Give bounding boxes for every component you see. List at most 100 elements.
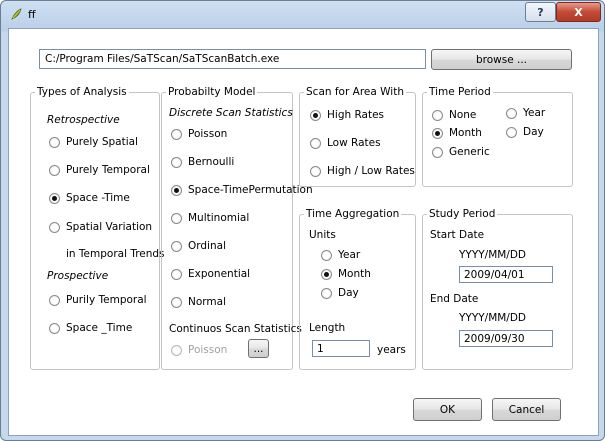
radio-label: Poisson: [188, 344, 228, 356]
radio-label: Space -Time: [66, 192, 130, 204]
radio-label: Space _Time: [66, 322, 133, 334]
radio-period-none[interactable]: None: [432, 109, 476, 121]
radio-label: Month: [449, 127, 482, 139]
radio-purily-temporal[interactable]: Purily Temporal: [49, 294, 147, 306]
time-period-title: Time Period: [427, 86, 493, 99]
radio-label: Spatial Variation: [66, 221, 153, 233]
radio-period-month[interactable]: Month: [432, 127, 482, 139]
radio-indicator: [49, 164, 60, 176]
ok-button[interactable]: OK: [413, 398, 482, 421]
radio-indicator: [171, 212, 182, 224]
time-aggregation-title: Time Aggregation: [304, 208, 402, 221]
close-icon: X: [574, 5, 583, 19]
dialog-content: C:/Program Files/SaTScan/SaTScanBatch.ex…: [8, 28, 599, 436]
radio-label: Bernoulli: [188, 156, 235, 168]
radio-indicator: [49, 322, 60, 334]
radio-indicator: [506, 126, 517, 138]
radio-indicator: [506, 107, 517, 119]
continuous-options-button[interactable]: ...: [248, 339, 269, 358]
end-date-format: YYYY/MM/DD: [459, 312, 527, 324]
radio-label: Poisson: [188, 128, 228, 140]
radio-units-year[interactable]: Year: [321, 249, 360, 261]
radio-units-day[interactable]: Day: [321, 287, 359, 299]
start-date-label: Start Date: [430, 229, 485, 241]
radio-indicator: [310, 165, 321, 177]
app-icon: [11, 8, 22, 20]
radio-space-time-prospective[interactable]: Space _Time: [49, 322, 132, 334]
radio-label: Day: [338, 287, 359, 299]
radio-multinomial[interactable]: Multinomial: [171, 212, 249, 224]
help-icon: ?: [537, 5, 544, 19]
dialog-window: ff ? X C:/Program Files/SaTScan/SaTScanB…: [0, 0, 605, 441]
radio-indicator: [310, 137, 321, 149]
radio-indicator: [321, 268, 332, 280]
radio-label: None: [449, 109, 477, 121]
radio-purely-temporal[interactable]: Purely Temporal: [49, 164, 150, 176]
radio-indicator: [171, 268, 182, 280]
radio-label: High / Low Rates: [327, 165, 415, 177]
discrete-scan-label: Discrete Scan Statistics: [169, 107, 293, 119]
help-button[interactable]: ?: [525, 2, 556, 22]
end-date-label: End Date: [430, 293, 479, 305]
radio-label: Multinomial: [188, 212, 250, 224]
cancel-button[interactable]: Cancel: [492, 398, 561, 421]
scan-area-title: Scan for Area With: [304, 86, 406, 99]
radio-indicator: [321, 249, 332, 261]
radio-indicator: [432, 109, 443, 121]
radio-indicator: [310, 109, 321, 121]
radio-label: Month: [338, 268, 371, 280]
prospective-label: Prospective: [47, 270, 109, 282]
radio-indicator: [171, 296, 182, 308]
radio-normal[interactable]: Normal: [171, 296, 226, 308]
study-period-group: Study Period Start Date YYYY/MM/DD 2009/…: [422, 208, 573, 370]
radio-exponential[interactable]: Exponential: [171, 268, 250, 280]
browse-button[interactable]: browse ...: [431, 49, 572, 70]
radio-indicator: [171, 240, 182, 252]
radio-space-time[interactable]: Space -Time: [49, 192, 130, 204]
radio-poisson-continuous[interactable]: Poisson: [171, 344, 227, 356]
radio-units-month[interactable]: Month: [321, 268, 371, 280]
executable-path-input[interactable]: C:/Program Files/SaTScan/SaTScanBatch.ex…: [39, 49, 426, 69]
close-button[interactable]: X: [556, 2, 601, 22]
radio-label: Day: [523, 126, 544, 138]
radio-label: Year: [338, 249, 361, 261]
radio-indicator: [49, 221, 60, 233]
radio-label: Purely Spatial: [66, 136, 138, 148]
length-label: Length: [309, 322, 346, 334]
window-title: ff: [28, 8, 36, 21]
analysis-type-title: Types of Analysis: [35, 86, 129, 99]
radio-label: Purely Temporal: [66, 164, 150, 176]
analysis-type-group: Types of Analysis Retrospective Purely S…: [30, 86, 165, 370]
radio-purely-spatial[interactable]: Purely Spatial: [49, 136, 138, 148]
radio-label: Low Rates: [327, 137, 381, 149]
radio-label: Purily Temporal: [66, 294, 147, 306]
radio-indicator: [432, 146, 443, 158]
radio-indicator: [171, 184, 182, 196]
radio-indicator: [49, 192, 60, 204]
continuous-scan-label: Continuos Scan Statistics: [169, 323, 302, 335]
radio-ordinal[interactable]: Ordinal: [171, 240, 226, 252]
start-date-input[interactable]: 2009/04/01: [459, 266, 553, 283]
radio-poisson[interactable]: Poisson: [171, 128, 227, 140]
title-bar: ff ? X: [1, 1, 604, 28]
radio-indicator: [321, 287, 332, 299]
radio-period-year[interactable]: Year: [506, 107, 545, 119]
radio-spatial-variation[interactable]: Spatial Variation: [49, 221, 152, 233]
length-input[interactable]: 1: [312, 340, 370, 357]
radio-high-rates[interactable]: High Rates: [310, 109, 384, 121]
radio-bernoulli[interactable]: Bernoulli: [171, 156, 234, 168]
radio-indicator: [171, 156, 182, 168]
radio-indicator: [171, 128, 182, 140]
radio-high-low-rates[interactable]: High / Low Rates: [310, 165, 415, 177]
end-date-input[interactable]: 2009/09/30: [459, 330, 553, 347]
radio-indicator: [432, 127, 443, 139]
retrospective-label: Retrospective: [47, 114, 120, 126]
radio-period-generic[interactable]: Generic: [432, 146, 490, 158]
scan-area-group: Scan for Area With High Rates Low Rates …: [299, 86, 416, 187]
radio-label: Ordinal: [188, 240, 226, 252]
radio-space-time-permutation[interactable]: Space-TimePermutation: [171, 184, 313, 196]
radio-low-rates[interactable]: Low Rates: [310, 137, 381, 149]
radio-label: Exponential: [188, 268, 251, 280]
probability-model-title: Probabilty Model: [166, 86, 258, 99]
radio-period-day[interactable]: Day: [506, 126, 544, 138]
